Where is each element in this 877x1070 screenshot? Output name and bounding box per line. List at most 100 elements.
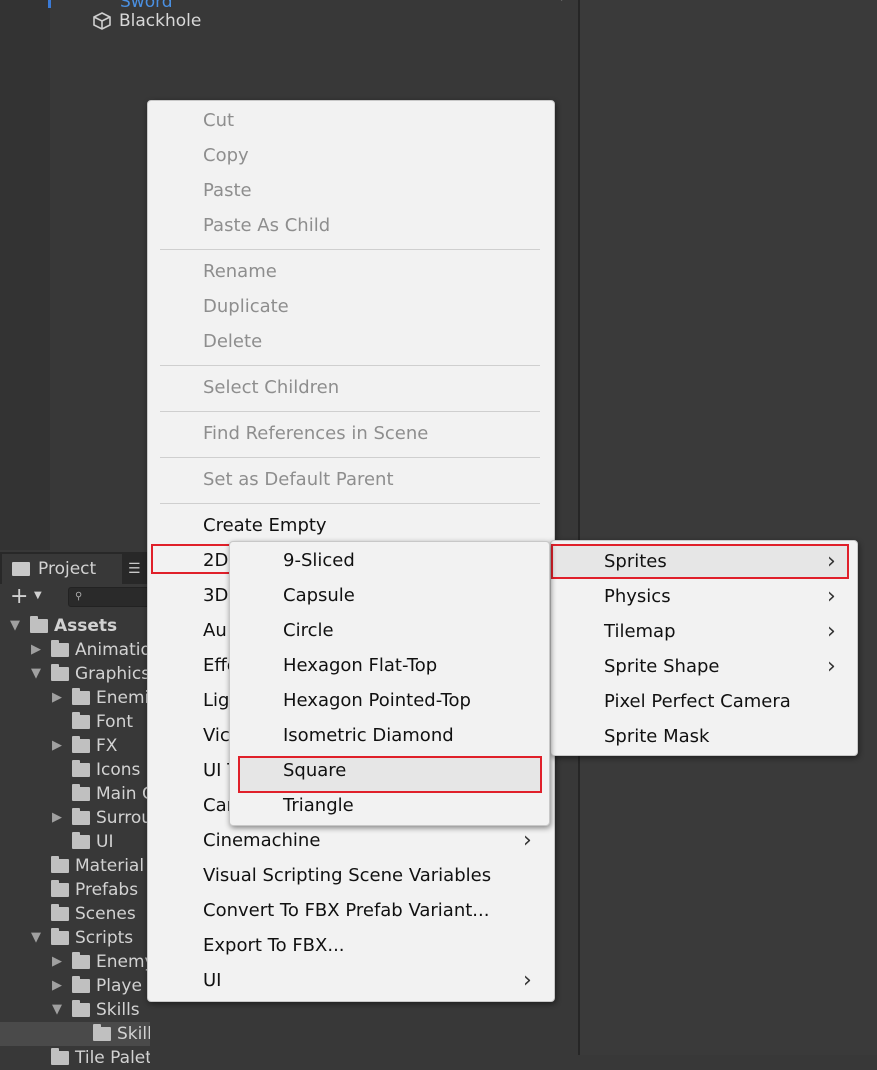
folder-icon (72, 688, 90, 705)
menu-item-hexagon-flat-top[interactable]: Hexagon Flat-Top (283, 648, 533, 683)
menu-item-find-references-in-scene[interactable]: Find References in Scene (203, 416, 543, 451)
expand-arrow-right-icon[interactable]: ▶ (52, 806, 66, 830)
highlight-box-square (238, 756, 542, 793)
menu-item-paste-as-child[interactable]: Paste As Child (203, 208, 543, 243)
menu-item-sprite-shape[interactable]: Sprite Shape › (604, 649, 854, 684)
chevron-right-icon: › (827, 619, 836, 644)
selection-accent (48, 0, 51, 8)
tree-item-scenes[interactable]: Scenes (0, 902, 150, 926)
tree-item-ui[interactable]: UI (0, 830, 150, 854)
menu-item-label: Delete (203, 331, 263, 352)
folder-icon (51, 640, 69, 657)
menu-item-rename[interactable]: Rename (203, 254, 543, 289)
menu-item-select-children[interactable]: Select Children (203, 370, 543, 405)
folder-icon (72, 712, 90, 729)
menu-item-convert-to-fbx-prefab-variant[interactable]: Convert To FBX Prefab Variant... (203, 893, 543, 928)
menu-item-label: Sprite Shape (604, 656, 720, 677)
menu-item-export-to-fbx[interactable]: Export To FBX... (203, 928, 543, 963)
expand-arrow-down-icon[interactable]: ▼ (10, 614, 24, 638)
menu-item-circle[interactable]: Circle (283, 613, 533, 648)
menu-item-delete[interactable]: Delete (203, 324, 543, 359)
tree-item-fx[interactable]: ▶ FX (0, 734, 150, 758)
menu-item-tilemap[interactable]: Tilemap › (604, 614, 854, 649)
tree-item-skills[interactable]: ▼ Skills (0, 998, 150, 1022)
tree-item-enemi[interactable]: ▶ Enemi (0, 686, 150, 710)
tree-item-label: FX (96, 736, 118, 756)
tree-item-surrou[interactable]: ▶ Surrou (0, 806, 150, 830)
menu-item-cut[interactable]: Cut (203, 103, 543, 138)
menu-item-label: Create Empty (203, 515, 327, 536)
menu-item-visual-scripting-scene-variables[interactable]: Visual Scripting Scene Variables (203, 858, 543, 893)
tree-item-graphics[interactable]: ▼ Graphics (0, 662, 150, 686)
chevron-right-icon: › (523, 968, 532, 993)
menu-item-label: Export To FBX... (203, 935, 345, 956)
plus-icon[interactable]: + (10, 586, 28, 608)
menu-item-sprite-mask[interactable]: Sprite Mask (604, 719, 854, 754)
expand-arrow-right-icon[interactable]: ▶ (31, 638, 45, 662)
expand-arrow-down-icon[interactable]: ▼ (31, 926, 45, 950)
tree-item-material[interactable]: Material (0, 854, 150, 878)
menu-item-hexagon-pointed-top[interactable]: Hexagon Pointed-Top (283, 683, 533, 718)
menu-item-label: Paste As Child (203, 215, 331, 236)
expand-arrow-right-icon[interactable]: ▶ (52, 974, 66, 998)
expand-arrow-right-icon[interactable]: ▶ (52, 950, 66, 974)
list-icon[interactable]: ☰ (128, 556, 148, 582)
folder-icon (12, 562, 30, 576)
menu-item-label: UI (203, 970, 222, 991)
expand-arrow-right-icon[interactable]: ▶ (52, 686, 66, 710)
menu-item-label: Isometric Diamond (283, 725, 454, 746)
folder-icon (30, 616, 48, 633)
tree-item-label: Animatio (75, 640, 150, 660)
folder-icon (51, 928, 69, 945)
tree-item-main-c[interactable]: Main C (0, 782, 150, 806)
expand-arrow-right-icon[interactable]: ▶ (52, 734, 66, 758)
tree-item-animatio[interactable]: ▶ Animatio (0, 638, 150, 662)
menu-item-set-as-default-parent[interactable]: Set as Default Parent (203, 462, 543, 497)
menu-item-physics[interactable]: Physics › (604, 579, 854, 614)
menu-item-create-empty[interactable]: Create Empty (203, 508, 543, 543)
menu-item-label: Lig (203, 690, 230, 711)
menu-item-label: Au (203, 620, 227, 641)
tree-item-prefabs[interactable]: Prefabs (0, 878, 150, 902)
search-icon: ⚲ (75, 591, 83, 602)
tree-item-scripts[interactable]: ▼ Scripts (0, 926, 150, 950)
caret-down-icon[interactable]: ▼ (34, 590, 42, 601)
menu-item-ui[interactable]: UI › (203, 963, 543, 998)
menu-item-label: 3D (203, 585, 229, 606)
tree-item-enemy[interactable]: ▶ Enemy (0, 950, 150, 974)
tree-item-label: Enemy (96, 952, 150, 972)
menu-item-paste[interactable]: Paste (203, 173, 543, 208)
tree-item-icons[interactable]: Icons (0, 758, 150, 782)
menu-item-duplicate[interactable]: Duplicate (203, 289, 543, 324)
menu-item-isometric-diamond[interactable]: Isometric Diamond (283, 718, 533, 753)
tree-item-assets[interactable]: ▼ Assets (0, 614, 150, 638)
tree-item-tile-palet[interactable]: Tile Palet (0, 1046, 150, 1070)
tree-item-font[interactable]: Font (0, 710, 150, 734)
gameobject-cube-icon (93, 12, 111, 30)
folder-icon (51, 664, 69, 681)
hierarchy-gutter (0, 0, 50, 550)
tree-item-label: Icons (96, 760, 141, 780)
search-input[interactable]: ⚲ (68, 587, 158, 607)
menu-item-label: Cut (203, 110, 235, 131)
expand-arrow-down-icon[interactable]: ▼ (31, 662, 45, 686)
menu-item-triangle[interactable]: Triangle (283, 788, 533, 823)
menu-item-cinemachine[interactable]: Cinemachine › (203, 823, 543, 858)
tree-item-skill[interactable]: Skill (0, 1022, 150, 1046)
menu-item-capsule[interactable]: Capsule (283, 578, 533, 613)
menu-item-label: Sprite Mask (604, 726, 710, 747)
menu-item-copy[interactable]: Copy (203, 138, 543, 173)
menu-item-pixel-perfect-camera[interactable]: Pixel Perfect Camera (604, 684, 854, 719)
menu-item-label: Duplicate (203, 296, 289, 317)
menu-item-label: Convert To FBX Prefab Variant... (203, 900, 490, 921)
tree-item-playe[interactable]: ▶ Playe (0, 974, 150, 998)
menu-item-9-sliced[interactable]: 9-Sliced (283, 543, 533, 578)
tab-label: Project (38, 559, 97, 579)
tree-item-label: Enemi (96, 688, 150, 708)
tree-item-label: Tile Palet (75, 1048, 150, 1068)
folder-icon (51, 880, 69, 897)
expand-arrow-down-icon[interactable]: ▼ (52, 998, 66, 1022)
menu-item-label: 9-Sliced (283, 550, 355, 571)
menu-separator (160, 365, 540, 366)
tab-project[interactable]: Project (2, 554, 122, 584)
